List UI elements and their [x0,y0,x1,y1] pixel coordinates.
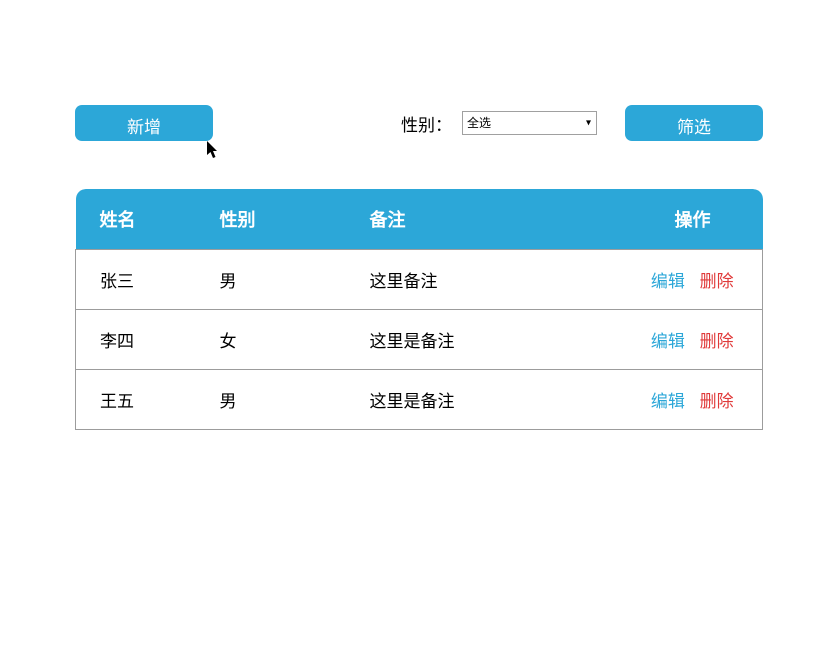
cell-gender: 男 [196,250,346,310]
toolbar: 新增 性别： 全选 筛选 [75,105,763,141]
main-container: 新增 性别： 全选 筛选 姓名 性别 备注 操作 张三 男 [0,0,838,430]
cell-remark: 这里是备注 [346,310,623,370]
cell-action: 编辑 删除 [623,250,763,310]
cell-remark: 这里备注 [346,250,623,310]
edit-link[interactable]: 编辑 [651,332,685,351]
cell-gender: 男 [196,370,346,430]
gender-select[interactable]: 全选 [462,111,597,135]
table-header: 姓名 性别 备注 操作 [76,189,763,250]
cell-action: 编辑 删除 [623,310,763,370]
data-table: 姓名 性别 备注 操作 张三 男 这里备注 编辑 删除 李四 女 这里是备注 [75,189,763,430]
table-row: 李四 女 这里是备注 编辑 删除 [76,310,763,370]
cell-remark: 这里是备注 [346,370,623,430]
delete-link[interactable]: 删除 [700,272,734,291]
filter-group: 性别： 全选 筛选 [401,105,763,141]
gender-select-wrapper: 全选 [462,111,597,135]
table-body: 张三 男 这里备注 编辑 删除 李四 女 这里是备注 编辑 删除 王五 男 [76,250,763,430]
cursor-icon [207,141,221,164]
add-button[interactable]: 新增 [75,105,213,141]
table-row: 张三 男 这里备注 编辑 删除 [76,250,763,310]
table-row: 王五 男 这里是备注 编辑 删除 [76,370,763,430]
header-gender: 性别 [196,189,346,250]
delete-link[interactable]: 删除 [700,392,734,411]
header-remark: 备注 [346,189,623,250]
cell-name: 张三 [76,250,196,310]
header-action: 操作 [623,189,763,250]
cell-gender: 女 [196,310,346,370]
cell-name: 李四 [76,310,196,370]
edit-link[interactable]: 编辑 [651,392,685,411]
delete-link[interactable]: 删除 [700,332,734,351]
gender-filter-label: 性别： [401,111,452,136]
edit-link[interactable]: 编辑 [651,272,685,291]
filter-button[interactable]: 筛选 [625,105,763,141]
header-name: 姓名 [76,189,196,250]
cell-action: 编辑 删除 [623,370,763,430]
cell-name: 王五 [76,370,196,430]
